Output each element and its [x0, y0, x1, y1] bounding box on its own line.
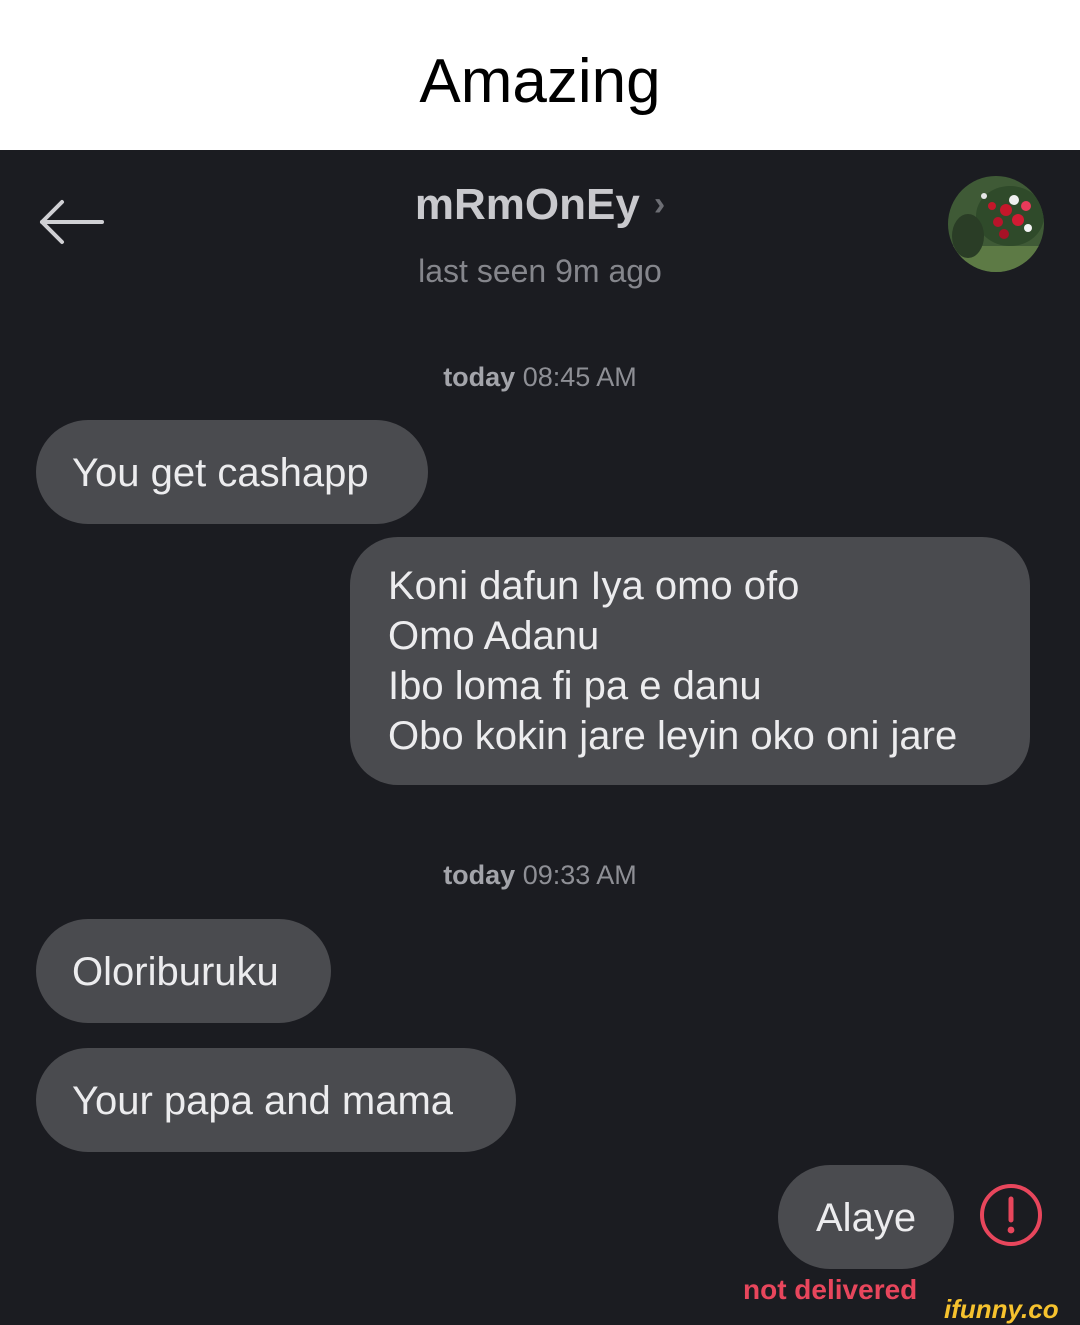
contact-name: mRmOnEy: [414, 180, 640, 229]
incoming-message[interactable]: Oloriburuku: [36, 919, 331, 1023]
timestamp: today 08:45 AM: [443, 362, 637, 392]
message-line: Ibo loma fi pa e danu: [388, 664, 762, 708]
meme-caption: Amazing: [419, 47, 661, 116]
message-line: Koni dafun Iya omo ofo: [388, 564, 800, 608]
incoming-message[interactable]: Your papa and mama: [36, 1048, 516, 1152]
exclamation-circle-icon[interactable]: [978, 1182, 1044, 1248]
timestamp: today 09:33 AM: [443, 860, 637, 890]
last-seen-status: last seen 9m ago: [418, 253, 662, 289]
ifunny-watermark: ifunny.co: [944, 1294, 1059, 1324]
contact-title[interactable]: mRmOnEy ›: [0, 180, 1080, 236]
message-text: You get cashapp: [72, 451, 369, 495]
message-line: Obo kokin jare leyin oko oni jare: [388, 714, 958, 758]
message-line: Omo Adanu: [388, 614, 600, 658]
incoming-message[interactable]: You get cashapp: [36, 420, 428, 524]
chat-screen: mRmOnEy › last seen 9m ago today 08:45 AM…: [0, 150, 1080, 1324]
avatar[interactable]: [948, 176, 1044, 272]
outgoing-message-failed[interactable]: Alaye: [778, 1165, 954, 1269]
message-text: Alaye: [816, 1196, 917, 1240]
not-delivered-status: not delivered: [743, 1274, 918, 1305]
message-text: Oloriburuku: [72, 950, 279, 994]
meme-caption-bar: Amazing: [0, 0, 1080, 150]
chevron-right-icon: ›: [653, 185, 666, 223]
flower-avatar: [948, 176, 1044, 272]
message-text: Your papa and mama: [72, 1079, 454, 1123]
outgoing-message[interactable]: Koni dafun Iya omo ofo Omo Adanu Ibo lom…: [350, 537, 1030, 785]
